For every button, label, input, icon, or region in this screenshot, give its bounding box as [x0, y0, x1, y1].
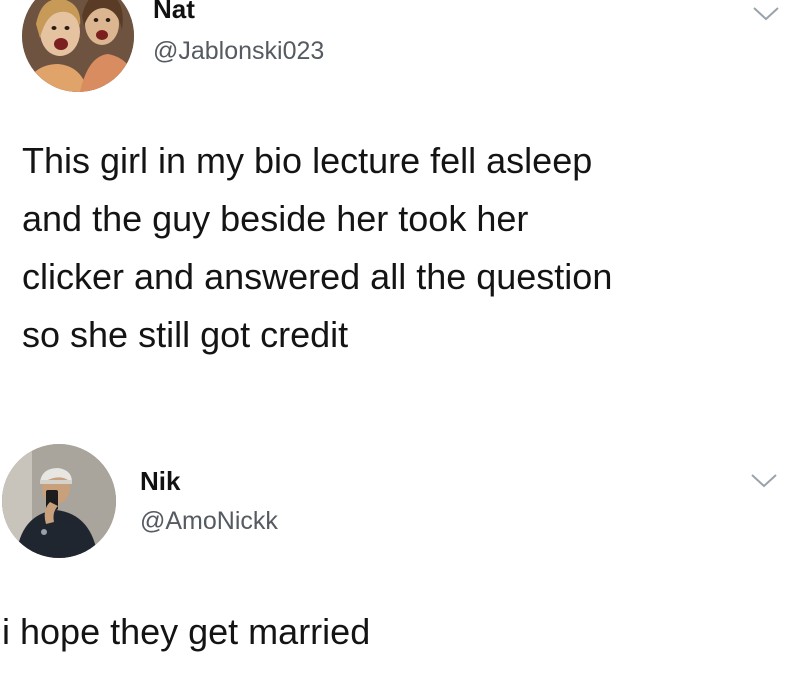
tweet-text: i hope they get married: [2, 611, 371, 652]
profile-photo-icon: [22, 0, 134, 92]
tweet-text: This girl in my bio lecture fell asleep …: [22, 140, 613, 355]
chevron-down-icon[interactable]: [752, 5, 780, 23]
tweet-nat: Nat @Jablonski023 This girl in my bio le…: [0, 0, 800, 430]
tweet-nik: Nik @AmoNickk i hope they get married: [0, 430, 800, 686]
display-name[interactable]: Nat: [153, 0, 195, 24]
user-handle[interactable]: @AmoNickk: [140, 506, 278, 536]
display-name[interactable]: Nik: [140, 466, 180, 496]
avatar[interactable]: [22, 0, 134, 92]
chevron-down-icon[interactable]: [750, 472, 778, 490]
profile-photo-icon: [2, 444, 116, 558]
avatar[interactable]: [2, 444, 116, 558]
user-handle[interactable]: @Jablonski023: [153, 36, 324, 66]
